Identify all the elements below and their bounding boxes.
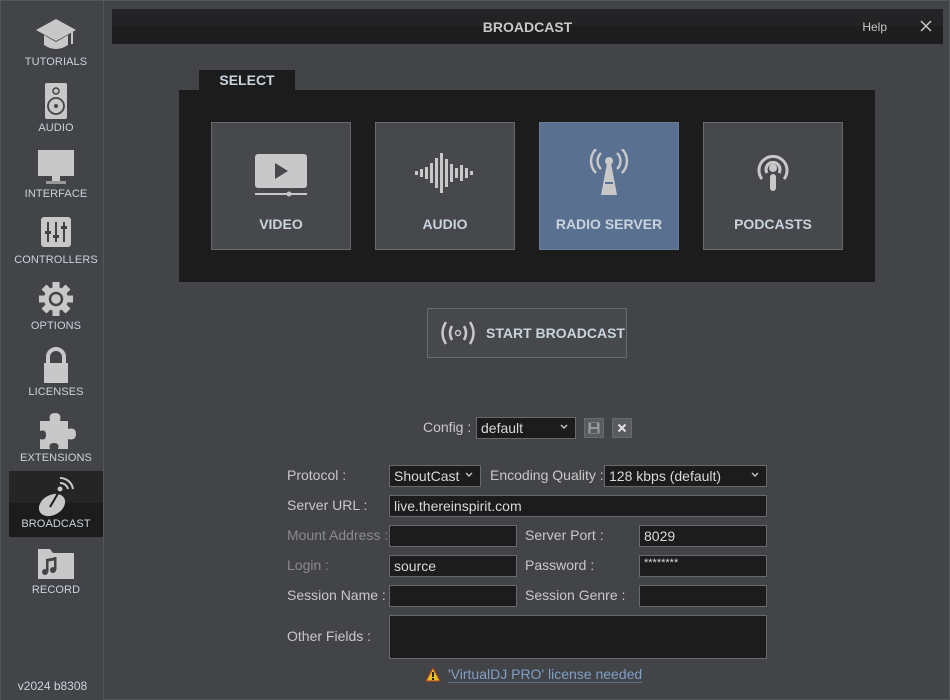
config-select[interactable]: default [476,417,576,439]
gear-icon [39,282,73,316]
protocol-value: ShoutCast [394,468,460,484]
login-input[interactable]: source [389,555,517,577]
sidebar-item-options[interactable]: OPTIONS [9,273,103,339]
sidebar-item-interface[interactable]: INTERFACE [9,141,103,207]
session-name-input[interactable] [389,585,517,607]
save-config-button[interactable] [584,418,604,438]
sidebar-label: CONTROLLERS [14,254,98,266]
mode-label: VIDEO [259,216,303,232]
encoding-quality-value: 128 kbps (default) [609,468,722,484]
password-input[interactable]: ******** [639,555,767,577]
sidebar-item-record[interactable]: RECORD [9,537,103,603]
sidebar-label: EXTENSIONS [20,452,92,464]
session-genre-input[interactable] [639,585,767,607]
password-label: Password : [525,557,595,573]
waveform-icon [415,153,473,193]
license-link[interactable]: 'VirtualDJ PRO' license needed [448,666,643,683]
mode-card-video[interactable]: VIDEO [211,122,351,250]
sidebar-item-broadcast[interactable]: BROADCAST [9,471,103,537]
close-icon [617,423,627,433]
select-tab: SELECT [199,70,295,92]
protocol-label: Protocol : [287,467,347,483]
sidebar: TUTORIALS AUDIO INTERFACE CONTROLLERS OP… [1,1,104,700]
graduation-cap-icon [36,19,76,49]
speaker-icon [45,83,67,119]
mount-address-input[interactable] [389,525,517,547]
app-window: TUTORIALS AUDIO INTERFACE CONTROLLERS OP… [0,0,950,700]
mode-card-audio[interactable]: AUDIO [375,122,515,250]
server-port-label: Server Port : [525,527,604,543]
sidebar-item-licenses[interactable]: LICENSES [9,339,103,405]
warning-icon [425,667,441,682]
sliders-icon [41,217,71,247]
chevron-down-icon [560,424,568,429]
other-fields-textarea[interactable] [389,615,767,659]
monitor-icon [38,150,74,184]
mode-select-panel: VIDEO AUDIO RADIO SERVER PODCASTS [179,90,875,282]
start-broadcast-label: START BROADCAST [486,325,625,341]
mount-address-label: Mount Address : [287,527,389,543]
page-title: BROADCAST [482,19,573,35]
header-bar: BROADCAST Help [112,9,943,44]
broadcast-waves-icon [441,321,475,345]
mode-label: AUDIO [422,216,468,232]
sidebar-item-tutorials[interactable]: TUTORIALS [9,9,103,75]
satellite-dish-icon [38,476,74,517]
sidebar-item-extensions[interactable]: EXTENSIONS [9,405,103,471]
sidebar-label: LICENSES [28,386,84,398]
chevron-down-icon [751,472,759,477]
session-genre-label: Session Genre : [525,587,626,603]
help-link[interactable]: Help [862,20,887,34]
mode-card-radio-server[interactable]: RADIO SERVER [539,122,679,250]
mode-card-podcasts[interactable]: PODCASTS [703,122,843,250]
version-label: v2024 b8308 [17,679,88,693]
session-name-label: Session Name : [287,587,386,603]
encoding-quality-label: Encoding Quality : [490,467,604,483]
video-play-icon [255,154,307,197]
sidebar-label: OPTIONS [30,320,82,332]
login-label: Login : [287,557,330,573]
sidebar-label: TUTORIALS [24,56,88,68]
sidebar-item-audio[interactable]: AUDIO [9,75,103,141]
config-value: default [481,420,524,436]
other-fields-label: Other Fields : [287,628,372,644]
mode-label: RADIO SERVER [555,216,663,232]
encoding-quality-select[interactable]: 128 kbps (default) [604,465,767,487]
mode-label: PODCASTS [734,216,812,232]
podcast-icon [757,154,789,191]
start-broadcast-button[interactable]: START BROADCAST [427,308,627,358]
close-icon[interactable] [917,17,935,35]
lock-icon [44,347,68,383]
sidebar-label: INTERFACE [24,188,88,200]
puzzle-icon [40,413,76,449]
music-folder-icon [38,549,74,579]
radio-tower-icon [589,149,629,195]
protocol-select[interactable]: ShoutCast [389,465,481,487]
save-icon [588,422,600,434]
server-port-input[interactable]: 8029 [639,525,767,547]
server-url-input[interactable]: live.thereinspirit.com [389,495,767,517]
sidebar-label: BROADCAST [21,518,91,530]
delete-config-button[interactable] [612,418,632,438]
sidebar-label: RECORD [31,584,81,596]
sidebar-item-controllers[interactable]: CONTROLLERS [9,207,103,273]
chevron-down-icon [465,472,473,477]
sidebar-label: AUDIO [38,122,74,134]
config-label: Config : [423,419,472,435]
server-url-label: Server URL : [287,497,368,513]
